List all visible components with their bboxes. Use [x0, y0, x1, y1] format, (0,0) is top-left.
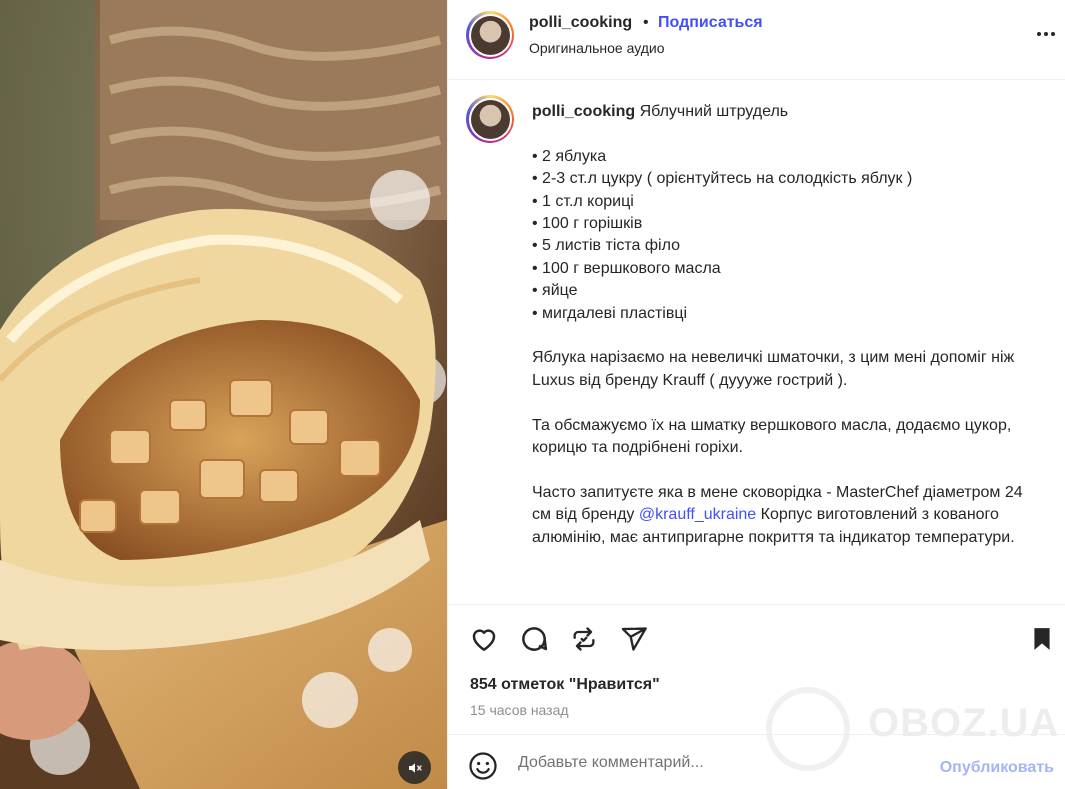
caption-text: polli_cooking Яблучний штрудель • 2 яблу… — [532, 101, 1037, 549]
repost-button[interactable] — [568, 623, 600, 655]
ingredient-item: • 100 г вершкового масла — [532, 259, 721, 277]
post-media[interactable] — [0, 0, 447, 789]
more-options-button[interactable] — [1034, 22, 1058, 46]
post-panel: polli_cooking • Подписаться Оригинальное… — [447, 0, 1065, 789]
speaker-muted-icon — [408, 762, 422, 773]
repost-icon — [573, 627, 595, 651]
strudel-photo — [0, 0, 447, 789]
comment-button[interactable] — [518, 623, 550, 655]
save-button[interactable] — [1026, 623, 1058, 655]
send-icon — [621, 627, 647, 651]
actions-area: OBOZ.UA 854 отметок "Нравится" 15 часов … — [448, 604, 1065, 771]
ingredient-item: • 5 листів тіста філо — [532, 237, 680, 255]
caption-paragraph: Яблука нарізаємо на невеличкі шматочки, … — [532, 349, 1019, 389]
ingredient-item: • 100 г горішків — [532, 215, 643, 233]
mute-button[interactable] — [398, 751, 431, 784]
comment-input[interactable] — [518, 751, 918, 775]
publish-button[interactable]: Опубликовать — [940, 759, 1054, 777]
like-button[interactable] — [468, 623, 500, 655]
bookmark-icon — [1034, 628, 1050, 650]
avatar[interactable] — [466, 11, 514, 59]
author-username[interactable]: polli_cooking — [529, 14, 632, 32]
emoji-icon — [469, 752, 497, 780]
comment-bar: Опубликовать — [448, 734, 1065, 789]
mention-link[interactable]: @krauff_ukraine — [639, 506, 756, 523]
caption-username[interactable]: polli_cooking — [532, 103, 635, 120]
post-header: polli_cooking • Подписаться Оригинальное… — [448, 0, 1065, 80]
post-timestamp[interactable]: 15 часов назад — [470, 702, 569, 718]
ingredient-item: • яйце — [532, 282, 578, 300]
comment-icon — [522, 627, 548, 651]
ingredient-item: • мигдалеві пластівці — [532, 304, 688, 322]
audio-link[interactable]: Оригинальное аудио — [529, 40, 665, 56]
caption-area[interactable]: polli_cooking Яблучний штрудель • 2 яблу… — [448, 81, 1065, 604]
ingredient-item: • 2 яблука — [532, 147, 607, 165]
separator-dot: • — [643, 14, 649, 31]
caption-title: Яблучний штрудель — [639, 103, 789, 120]
heart-icon — [472, 629, 496, 651]
more-horizontal-icon — [1037, 32, 1055, 36]
caption-paragraph: Часто запитуєте яка в мене сковорідка - … — [532, 483, 1028, 546]
ingredient-item: • 1 ст.л кориці — [532, 192, 634, 210]
caption-paragraph: Та обсмажуємо їх на шматку вершкового ма… — [532, 416, 1016, 457]
caption-avatar[interactable] — [466, 95, 514, 143]
likes-count[interactable]: 854 отметок "Нравится" — [470, 676, 660, 694]
emoji-button[interactable] — [468, 751, 498, 781]
share-button[interactable] — [618, 623, 650, 655]
ingredient-item: • 2-3 ст.л цукру ( орієнтуйтесь на солод… — [532, 170, 913, 188]
subscribe-button[interactable]: Подписаться — [658, 14, 763, 32]
